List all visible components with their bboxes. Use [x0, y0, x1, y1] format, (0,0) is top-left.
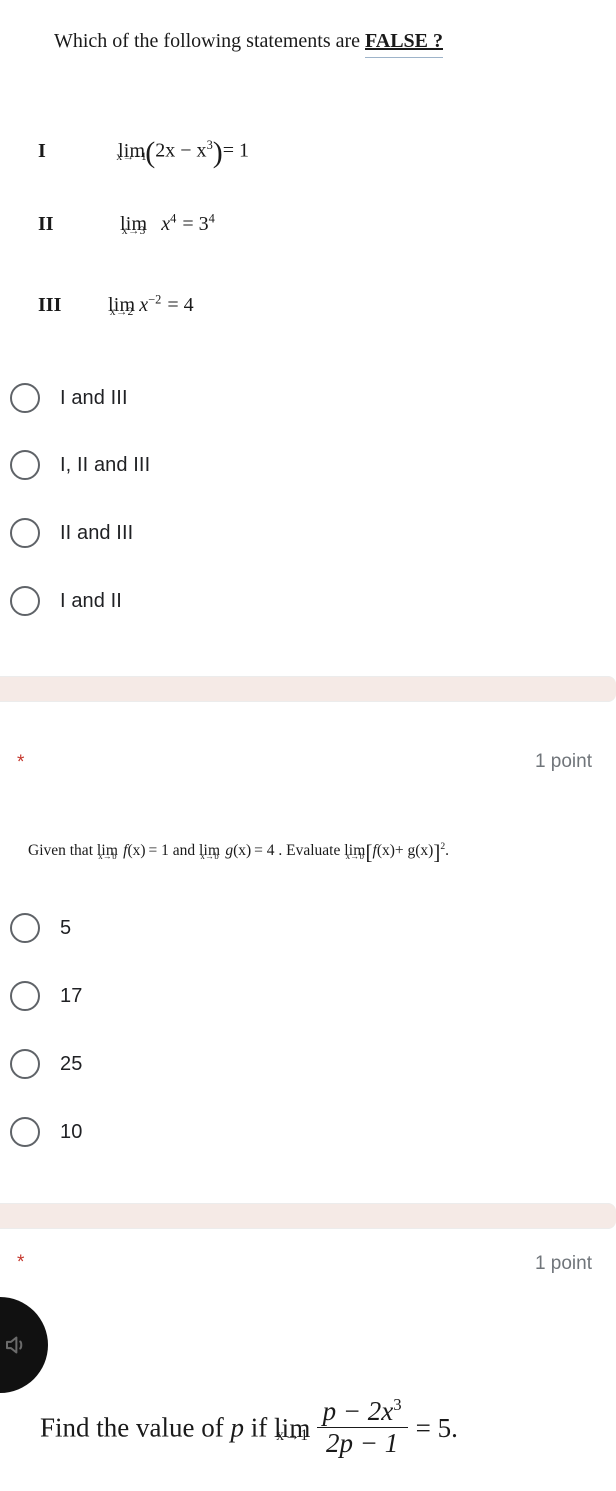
quiz-page: Which of the following statements are FA… — [0, 0, 616, 1491]
statement-iii-limit-sub: x→2 — [109, 304, 134, 318]
statement-iii-limit: lim x→2 — [108, 294, 135, 318]
statement-i-limit: lim x→−1 — [116, 140, 147, 164]
question2-option-2[interactable]: 25 — [10, 1042, 610, 1086]
radio-button-icon[interactable] — [10, 586, 40, 616]
statement-i-body: 2x − x — [155, 139, 207, 162]
statement-ii-exponent: 4 — [170, 211, 177, 226]
radio-button-icon[interactable] — [10, 1117, 40, 1147]
question1-option-3[interactable]: I and II — [10, 579, 610, 623]
radio-button-icon[interactable] — [10, 450, 40, 480]
question3-prompt: Find the value of p if lim x→1 p − 2x3 2p −… — [40, 1394, 458, 1462]
question1-option-3-label: I and II — [60, 589, 122, 612]
q2-func-g-1: g — [225, 842, 234, 860]
q2-limit-3-sub: x→b — [345, 850, 365, 861]
statement-i: Ilim x→−1 (2x − x3)= 1 — [38, 136, 249, 170]
statement-iii-rhs: 4 — [183, 294, 194, 316]
section-separator-1 — [0, 676, 616, 702]
statement-ii: II lim x→3 x4 = 34 — [38, 211, 215, 237]
question1-option-0[interactable]: I and III — [10, 376, 610, 420]
q2-arg-2: (x) — [233, 842, 252, 860]
q2-bracket-open: [ — [365, 840, 373, 864]
q3-text-2: if — [243, 1412, 274, 1443]
q2-limit-3: lim x→b — [344, 842, 365, 860]
q2-text-1: Given that — [28, 842, 97, 860]
q2-text-2: = 1 and — [148, 842, 200, 860]
question2-prompt: Given that lim x→b f(x) = 1 and lim x→b g(x) =… — [28, 840, 449, 865]
question1-option-1[interactable]: I, II and III — [10, 443, 610, 487]
q2-limit-2-sub: x→b — [200, 850, 219, 861]
question2-required-marker: * — [17, 752, 25, 773]
q2-text-4: + g — [394, 842, 416, 860]
q3-text-3: = 5. — [415, 1412, 458, 1443]
q2-limit-2: lim x→b — [199, 842, 220, 860]
question1-option-2[interactable]: II and III — [10, 511, 610, 555]
statement-i-paren-close: ) — [212, 136, 223, 169]
statement-ii-limit: lim x→3 — [120, 213, 147, 237]
question1-title: Which of the following statements are FA… — [54, 28, 443, 58]
statement-i-limit-sub: x→−1 — [116, 150, 147, 164]
question1-option-0-label: I and III — [60, 386, 128, 409]
statement-iii-roman: III — [38, 294, 62, 316]
question2-points: 1 point — [534, 751, 592, 772]
q2-limit-1: lim x→b — [97, 842, 118, 860]
question2-option-1[interactable]: 17 — [10, 974, 610, 1018]
question3-points: 1 point — [534, 1253, 592, 1274]
q3-limit-sub: x→1 — [276, 1427, 309, 1445]
q3-fraction-denominator: 2p − 1 — [326, 1427, 399, 1458]
question2-option-0-label: 5 — [60, 916, 72, 939]
question1-prompt-prefix: Which of the following statements are — [54, 30, 366, 52]
statement-ii-roman: II — [38, 213, 54, 235]
radio-button-icon[interactable] — [10, 383, 40, 413]
statement-ii-limit-sub: x→3 — [121, 223, 146, 237]
question2-option-3[interactable]: 10 — [10, 1110, 610, 1154]
q3-fraction-numerator-text: p − 2x — [322, 1395, 394, 1426]
audio-playback-button[interactable] — [0, 1297, 48, 1393]
q3-fraction-numerator-exponent: 3 — [393, 1394, 402, 1414]
statement-ii-rhs-exponent: 4 — [208, 211, 215, 226]
q2-arg-4: (x) — [415, 842, 434, 860]
radio-button-icon[interactable] — [10, 913, 40, 943]
q2-arg-1: (x) — [127, 842, 146, 860]
statement-iii-exponent: −2 — [148, 292, 162, 307]
q3-text-1: Find the value of — [40, 1412, 231, 1443]
statement-iii: III lim x→2 x−2 = 4 — [38, 292, 194, 318]
statement-i-rhs: = 1 — [222, 139, 250, 162]
question1-option-2-label: II and III — [60, 521, 134, 544]
q2-text-5: . — [445, 842, 449, 860]
q3-fraction: p − 2x3 2p − 1 — [316, 1394, 408, 1459]
q2-limit-1-sub: x→b — [98, 850, 117, 861]
speaker-icon — [6, 1336, 23, 1354]
section-separator-2 — [0, 1203, 616, 1229]
radio-button-icon[interactable] — [10, 1049, 40, 1079]
q3-variable-p: p — [230, 1412, 244, 1443]
question2-option-0[interactable]: 5 — [10, 906, 610, 950]
statement-iii-equals: = — [167, 294, 179, 316]
statement-ii-equals: = — [182, 213, 194, 235]
q2-arg-3: (x) — [376, 842, 395, 860]
radio-button-icon[interactable] — [10, 518, 40, 548]
statement-ii-rhs-base: 3 — [198, 213, 209, 235]
q3-limit: lim x→1 — [274, 1413, 311, 1444]
radio-button-icon[interactable] — [10, 981, 40, 1011]
statement-i-roman: I — [38, 139, 46, 162]
question1-option-1-label: I, II and III — [60, 453, 151, 476]
q2-text-3: = 4 . Evaluate — [254, 842, 345, 860]
question3-required-marker: * — [17, 1252, 25, 1273]
statement-ii-base: x — [161, 213, 171, 235]
q3-fraction-numerator: p − 2x3 — [316, 1394, 408, 1428]
statement-iii-base: x — [139, 294, 149, 316]
question1-prompt-emphasis: FALSE ? — [365, 30, 443, 58]
question2-option-3-label: 10 — [60, 1120, 83, 1143]
question2-option-2-label: 25 — [60, 1052, 83, 1075]
question2-option-1-label: 17 — [60, 984, 83, 1007]
